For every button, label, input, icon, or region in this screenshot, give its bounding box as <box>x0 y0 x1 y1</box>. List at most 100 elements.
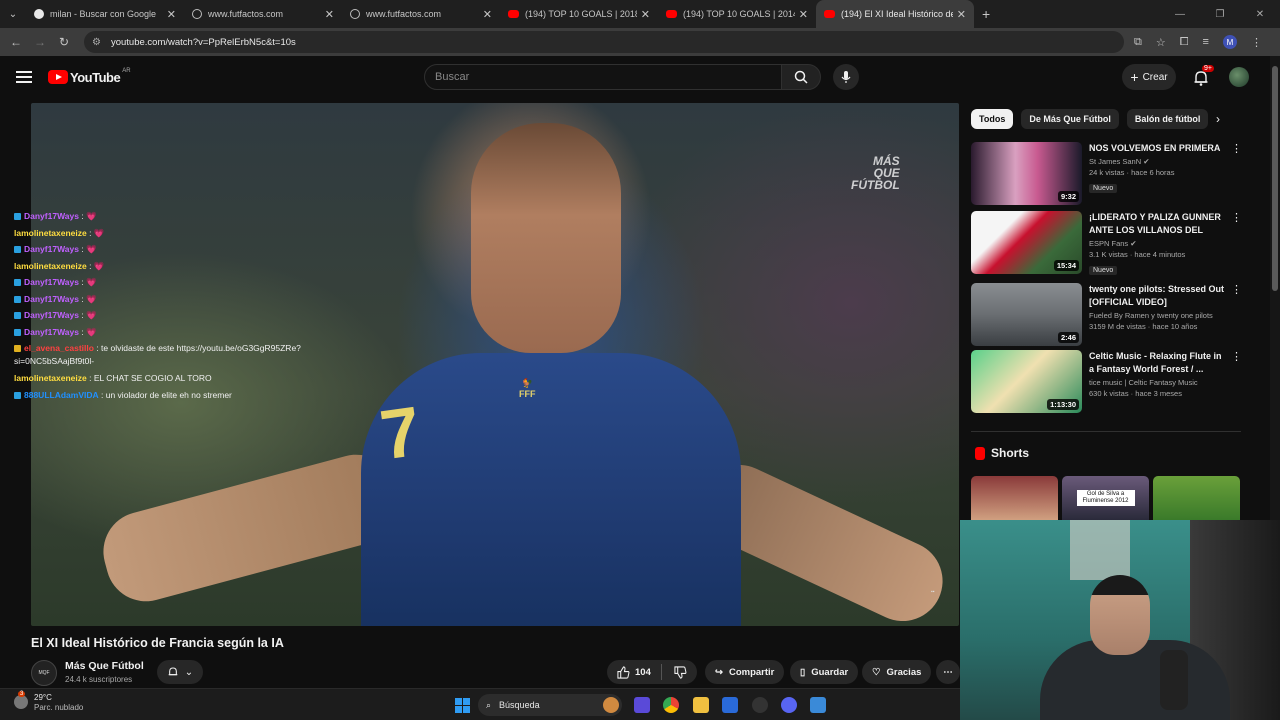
site-info-icon[interactable]: ⚙ <box>92 37 101 48</box>
voice-search-button[interactable] <box>833 64 859 90</box>
youtube-header: YouTube AR Buscar + Crear 9+ <box>0 56 1270 98</box>
chevron-right-icon[interactable]: › <box>1216 112 1220 126</box>
window-controls: — ❐ ✕ <box>1160 0 1280 28</box>
weather-widget[interactable]: 3 29°C Parc. nublado <box>14 691 83 713</box>
chrome-icon[interactable] <box>663 697 679 713</box>
save-button[interactable]: ▯ Guardar <box>790 660 859 684</box>
new-badge: Nuevo <box>1089 266 1118 275</box>
notification-count-badge: 9+ <box>1202 65 1214 72</box>
install-icon[interactable]: ⧉ <box>1134 36 1142 49</box>
recommended-video[interactable]: 2:46 twenty one pilots: Stressed Out [OF… <box>971 283 1242 347</box>
tab-search-chevron-icon[interactable]: ⌄ <box>0 0 26 28</box>
more-vertical-icon[interactable]: ⋮ <box>1231 352 1242 363</box>
taskbar-search[interactable]: ⌕ Búsqueda <box>478 694 622 716</box>
browser-tab[interactable]: (194) TOP 10 GOALS | 2014 FIFA✕ <box>658 0 816 28</box>
shorts-heading: Shorts <box>975 446 1029 460</box>
browser-tab[interactable]: (194) TOP 10 GOALS | 2018 FIFA✕ <box>500 0 658 28</box>
rec-channel: St James SanN ✔ <box>1089 157 1150 166</box>
filter-chips: Todos De Más Que Fútbol Balón de fútbol <box>971 109 1209 129</box>
windows-start-icon[interactable] <box>455 698 470 713</box>
reading-list-icon[interactable]: ≡ <box>1203 36 1209 48</box>
close-tab-icon[interactable]: ✕ <box>641 8 650 21</box>
scrollbar-thumb[interactable] <box>1272 66 1278 291</box>
forward-icon[interactable]: → <box>28 35 52 49</box>
channel-name[interactable]: Más Que Fútbol <box>65 660 144 672</box>
extensions-icon[interactable]: ⧠ <box>1180 36 1189 49</box>
close-tab-icon[interactable]: ✕ <box>167 8 176 21</box>
menu-icon[interactable] <box>16 71 32 83</box>
more-vertical-icon[interactable]: ⋮ <box>1231 213 1242 224</box>
video-thumbnail[interactable]: 1:13:30 <box>971 350 1082 413</box>
close-window-icon[interactable]: ✕ <box>1240 0 1280 28</box>
profile-avatar[interactable]: M <box>1222 35 1237 49</box>
chat-message: Danyf17Ways : 💗 <box>14 208 334 225</box>
url-field[interactable]: ⚙ youtube.com/watch?v=PpRelErbN5c&t=10s <box>84 31 1124 53</box>
more-vertical-icon[interactable]: ⋮ <box>1231 144 1242 155</box>
file-explorer-icon[interactable] <box>693 697 709 713</box>
more-actions-button[interactable]: ⋯ <box>936 660 960 684</box>
back-icon[interactable]: ← <box>4 35 28 49</box>
obs-icon[interactable] <box>752 697 768 713</box>
chat-badge-icon <box>14 246 21 254</box>
create-button[interactable]: + Crear <box>1122 64 1176 90</box>
store-icon[interactable] <box>722 697 738 713</box>
video-thumbnail[interactable]: 9:32 <box>971 142 1082 205</box>
account-avatar[interactable] <box>1229 67 1249 87</box>
browser-tab-active[interactable]: (194) El XI Ideal Histórico de Fr✕ <box>816 0 974 28</box>
subscriber-count: 24.4 k suscriptores <box>65 675 133 684</box>
search-button[interactable] <box>781 64 821 90</box>
taskbar-app-icon[interactable] <box>810 697 826 713</box>
video-frame-player-head <box>471 123 621 353</box>
short-thumbnail[interactable] <box>971 476 1058 520</box>
close-tab-icon[interactable]: ✕ <box>957 8 966 21</box>
minimize-icon[interactable]: — <box>1160 0 1200 28</box>
video-thumbnail[interactable]: 2:46 <box>971 283 1082 346</box>
globe-icon <box>350 9 360 19</box>
chip-todos[interactable]: Todos <box>971 109 1014 129</box>
youtube-logo[interactable]: YouTube AR <box>48 68 131 85</box>
new-badge: Nuevo <box>1089 184 1118 193</box>
browser-menu-icon[interactable]: ⋮ <box>1251 36 1262 49</box>
more-horizontal-icon: ⋯ <box>943 666 953 678</box>
chat-message: el_avena_castillo : te olvidaste de este… <box>14 343 301 366</box>
chat-badge-icon <box>14 391 21 399</box>
maximize-icon[interactable]: ❐ <box>1200 0 1240 28</box>
thumbs-down-icon[interactable] <box>674 665 687 679</box>
close-tab-icon[interactable]: ✕ <box>799 8 808 21</box>
browser-tab[interactable]: www.futfactos.com ✕ <box>184 0 342 28</box>
microphone-icon <box>841 71 851 83</box>
close-tab-icon[interactable]: ✕ <box>483 8 492 21</box>
taskbar-widget-icon[interactable] <box>603 697 619 713</box>
taskbar-app-icon[interactable] <box>634 697 650 713</box>
reload-icon[interactable]: ↻ <box>52 35 76 49</box>
divider <box>971 431 1241 432</box>
new-tab-button[interactable]: + <box>982 6 990 22</box>
chat-message: Danyf17Ways : 💗 <box>14 291 334 308</box>
like-button[interactable]: 104 <box>617 665 651 679</box>
chip-channel[interactable]: De Más Que Fútbol <box>1021 109 1119 129</box>
close-tab-icon[interactable]: ✕ <box>325 8 334 21</box>
thanks-button[interactable]: ♡ Gracias <box>862 660 932 684</box>
more-vertical-icon[interactable]: ⋮ <box>1231 285 1242 296</box>
browser-tab-bar: ⌄ milan - Buscar con Google ✕ www.futfact… <box>0 0 1280 28</box>
verified-icon: ✔ <box>1143 157 1150 166</box>
chip-topic[interactable]: Balón de fútbol <box>1126 109 1209 129</box>
search-input[interactable]: Buscar <box>424 64 782 90</box>
globe-icon <box>192 9 202 19</box>
discord-icon[interactable] <box>781 697 797 713</box>
browser-tab[interactable]: milan - Buscar con Google ✕ <box>26 0 184 28</box>
recommended-video[interactable]: 1:13:30 Celtic Music - Relaxing Flute in… <box>971 350 1242 414</box>
webcam-streamer-head <box>1090 575 1150 655</box>
short-thumbnail[interactable] <box>1153 476 1240 520</box>
share-button[interactable]: ↪ Compartir <box>705 660 785 684</box>
recommended-video[interactable]: 15:34 ¡LIDERATO Y PALIZA GUNNER ANTE LOS… <box>971 211 1242 275</box>
subscribed-notifications-button[interactable]: ⌄ <box>157 660 203 684</box>
video-thumbnail[interactable]: 15:34 <box>971 211 1082 274</box>
bookmark-star-icon[interactable]: ☆ <box>1156 36 1166 49</box>
browser-tab[interactable]: www.futfactos.com ✕ <box>342 0 500 28</box>
youtube-play-icon <box>48 70 68 84</box>
channel-avatar[interactable]: MQF <box>31 660 57 686</box>
short-thumbnail[interactable]: Gol de Silva a Fluminense 2012 <box>1062 476 1149 520</box>
chat-message: lamolinetaxeneize : EL CHAT SE COGIO AL … <box>14 373 212 383</box>
recommended-video[interactable]: 9:32 NOS VOLVEMOS EN PRIMERA St James Sa… <box>971 142 1242 206</box>
